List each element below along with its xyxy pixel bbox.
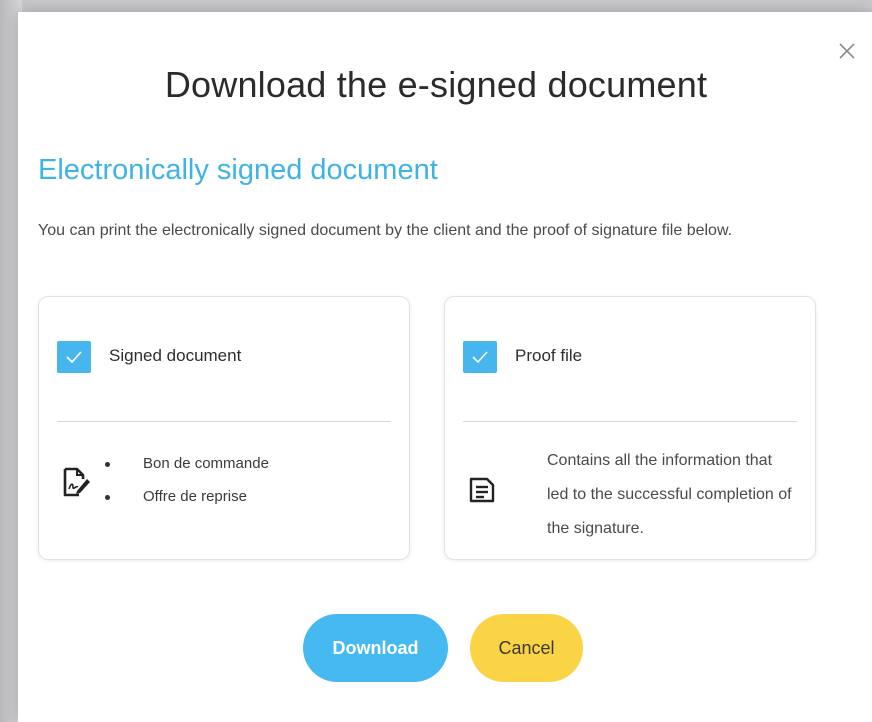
section-title: Electronically signed document — [38, 154, 438, 186]
card-divider — [57, 421, 391, 422]
card-divider — [463, 421, 797, 422]
proof-file-card[interactable]: Proof file Contains all the information … — [444, 296, 816, 560]
signed-document-label: Signed document — [109, 346, 242, 365]
proof-file-description: Contains all the information that led to… — [547, 452, 792, 537]
proof-file-label: Proof file — [515, 346, 583, 365]
checkmark-icon — [66, 351, 82, 364]
checkmark-icon — [472, 351, 488, 364]
download-button[interactable]: Download — [303, 614, 448, 682]
close-icon[interactable] — [836, 40, 858, 62]
signed-document-list: Bon de commande Offre de reprise — [105, 452, 269, 518]
signed-document-icon — [61, 465, 91, 504]
proof-file-checkbox[interactable] — [463, 341, 497, 373]
dialog-description: You can print the electronically signed … — [38, 222, 733, 239]
file-text-icon — [467, 475, 497, 510]
signed-document-card[interactable]: Signed document Bon de commande Offre de… — [38, 296, 410, 560]
dialog-title: Download the e-signed document — [164, 64, 708, 105]
signed-document-checkbox[interactable] — [57, 341, 91, 373]
list-item: Bon de commande — [105, 452, 269, 485]
list-item: Offre de reprise — [105, 485, 269, 518]
cancel-button[interactable]: Cancel — [470, 614, 583, 682]
